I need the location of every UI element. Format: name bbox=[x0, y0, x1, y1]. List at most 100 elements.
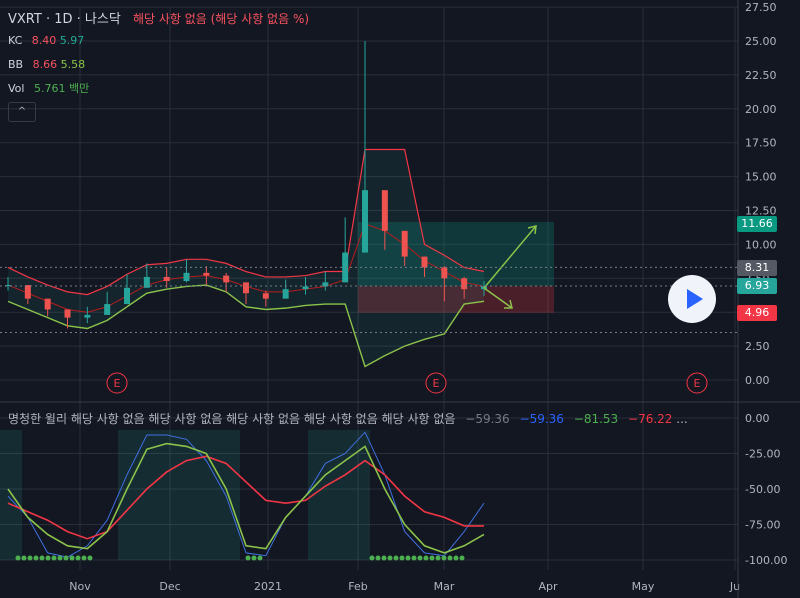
oversold-dot bbox=[393, 555, 399, 561]
candle-body bbox=[401, 230, 408, 257]
indicator-more[interactable]: ... bbox=[676, 412, 687, 426]
candle-body bbox=[203, 272, 210, 276]
candle-body bbox=[262, 293, 269, 299]
oversold-dot bbox=[435, 555, 441, 561]
candle-body bbox=[124, 287, 130, 305]
candle-body bbox=[84, 314, 91, 318]
indicator-zone bbox=[0, 430, 22, 560]
price-tag-stop: 4.96 bbox=[737, 305, 777, 321]
time-tick-label: May bbox=[632, 580, 655, 593]
candle-body bbox=[223, 275, 230, 283]
price-tick-label: 20.00 bbox=[745, 103, 777, 116]
candle-body bbox=[302, 286, 309, 290]
oversold-dot bbox=[33, 555, 39, 561]
oversold-dot bbox=[15, 555, 21, 561]
oversold-dot bbox=[453, 555, 459, 561]
vol-value: 5.761 백만 bbox=[33, 82, 90, 95]
indicator-tick-label: -25.00 bbox=[745, 448, 780, 461]
price-tag-current: 8.31 bbox=[737, 260, 777, 276]
oversold-dot bbox=[399, 555, 405, 561]
oversold-dot bbox=[245, 555, 251, 561]
indicator-tick-label: 0.00 bbox=[745, 412, 770, 425]
earnings-marker-label: E bbox=[433, 377, 440, 390]
kc-label: KC bbox=[8, 34, 23, 47]
vol-label: Vol bbox=[8, 82, 25, 95]
oversold-dot bbox=[257, 555, 263, 561]
candle-body bbox=[183, 272, 190, 282]
candle-body bbox=[461, 278, 468, 290]
bb-band-fill bbox=[8, 149, 484, 367]
candle-body bbox=[44, 298, 51, 310]
indicator-tick-label: -100.00 bbox=[745, 554, 787, 567]
candle-body bbox=[381, 190, 388, 231]
oversold-dot bbox=[417, 555, 423, 561]
price-tick-label: 2.50 bbox=[745, 340, 770, 353]
indicator-series-line bbox=[7, 431, 485, 558]
indicator-zone bbox=[118, 430, 240, 560]
symbol-header: VXRT · 1D · 나스닥 해당 사항 없음 (해당 사항 없음 %) bbox=[8, 8, 309, 27]
play-button[interactable] bbox=[668, 275, 716, 323]
symbol-title[interactable]: VXRT · 1D · 나스닥 bbox=[8, 12, 121, 27]
oversold-dot bbox=[57, 555, 63, 561]
collapse-legend-button[interactable]: ^ bbox=[8, 102, 36, 122]
oversold-dot bbox=[251, 555, 257, 561]
price-tick-label: 15.00 bbox=[745, 171, 777, 184]
indicator-value-3: −81.53 bbox=[573, 412, 619, 426]
oversold-dot bbox=[69, 555, 75, 561]
candle-body bbox=[104, 304, 111, 315]
oversold-dot bbox=[405, 555, 411, 561]
oversold-dot bbox=[387, 555, 393, 561]
oversold-dot bbox=[429, 555, 435, 561]
bb-label: BB bbox=[8, 58, 24, 71]
price-tick-label: 17.50 bbox=[745, 137, 777, 150]
price-tick-label: 25.00 bbox=[745, 35, 777, 48]
oversold-dot bbox=[381, 555, 387, 561]
indicator-series-line bbox=[7, 455, 484, 540]
candle-body bbox=[24, 285, 31, 299]
oversold-dot bbox=[81, 555, 87, 561]
oversold-dot bbox=[27, 555, 33, 561]
oversold-dot bbox=[447, 555, 453, 561]
price-tag-target: 11.66 bbox=[737, 216, 777, 232]
candle-body bbox=[64, 309, 71, 318]
oversold-dot bbox=[423, 555, 429, 561]
oversold-dot bbox=[63, 555, 69, 561]
earnings-marker-label: E bbox=[694, 377, 701, 390]
kc-value-1: 8.40 bbox=[31, 34, 57, 47]
time-tick-label: Apr bbox=[538, 580, 558, 593]
oversold-dot bbox=[87, 555, 93, 561]
indicator-value-1: −59.36 bbox=[465, 412, 510, 426]
oversold-dot bbox=[459, 555, 465, 561]
bb-value-2: 5.58 bbox=[60, 58, 86, 71]
status-message: 해당 사항 없음 (해당 사항 없음 %) bbox=[132, 12, 310, 26]
bb-legend[interactable]: BB 8.66 5.58 bbox=[8, 58, 85, 71]
earnings-marker-label: E bbox=[114, 377, 121, 390]
indicator-value-4: −76.22 bbox=[628, 412, 673, 426]
time-tick-label: Nov bbox=[69, 580, 91, 593]
oversold-dot bbox=[39, 555, 45, 561]
oversold-dot bbox=[441, 555, 447, 561]
time-tick-label: Mar bbox=[434, 580, 455, 593]
oversold-dot bbox=[45, 555, 51, 561]
price-tick-label: 0.00 bbox=[745, 374, 770, 387]
bb-value-1: 8.66 bbox=[32, 58, 58, 71]
time-tick-label: Feb bbox=[348, 580, 367, 593]
candle-body bbox=[441, 267, 448, 279]
indicator-tick-label: -75.00 bbox=[745, 519, 780, 532]
indicator-legend[interactable]: 명청한 윌리 해당 사항 없음 해당 사항 없음 해당 사항 없음 해당 사항 … bbox=[8, 410, 688, 427]
oversold-dot bbox=[369, 555, 375, 561]
indicator-tick-label: -50.00 bbox=[745, 483, 780, 496]
price-tick-label: 27.50 bbox=[745, 1, 777, 14]
indicator-na-values: 해당 사항 없음 해당 사항 없음 해당 사항 없음 해당 사항 없음 해당 사… bbox=[70, 412, 456, 426]
price-tick-label: 10.00 bbox=[745, 238, 777, 251]
vol-legend[interactable]: Vol 5.761 백만 bbox=[8, 80, 89, 96]
price-tick-label: 22.50 bbox=[745, 69, 777, 82]
kc-legend[interactable]: KC 8.40 5.97 bbox=[8, 34, 84, 47]
time-tick-label: Dec bbox=[159, 580, 180, 593]
price-tag-entry: 6.93 bbox=[737, 278, 777, 294]
oversold-dot bbox=[411, 555, 417, 561]
indicator-name: 명청한 윌리 bbox=[8, 412, 68, 426]
oversold-dot bbox=[51, 555, 57, 561]
oversold-dot bbox=[21, 555, 27, 561]
oversold-dot bbox=[75, 555, 81, 561]
